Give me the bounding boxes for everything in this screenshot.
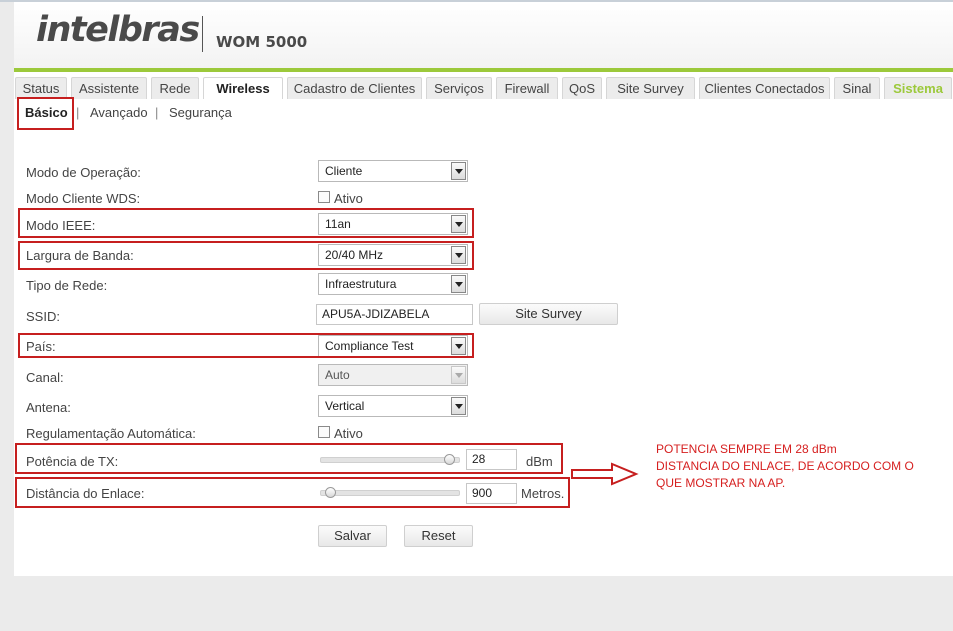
subtab-seguranca[interactable]: Segurança xyxy=(169,105,232,120)
highlight-potencia xyxy=(15,443,563,474)
modo-wds-label: Modo Cliente WDS: xyxy=(26,191,141,206)
site-survey-button[interactable]: Site Survey xyxy=(479,303,618,325)
device-model: WOM 5000 xyxy=(216,33,308,51)
tab-clientes-conectados[interactable]: Clientes Conectados xyxy=(699,77,830,99)
annotation-note: POTENCIA SEMPRE EM 28 dBm DISTANCIA DO E… xyxy=(656,441,946,492)
save-button[interactable]: Salvar xyxy=(318,525,387,547)
chevron-down-icon xyxy=(451,275,466,293)
tab-wireless[interactable]: Wireless xyxy=(203,77,283,99)
regulamentacao-checkbox[interactable] xyxy=(318,426,330,438)
tab-cadastro-clientes[interactable]: Cadastro de Clientes xyxy=(287,77,422,99)
regulamentacao-checkbox-label: Ativo xyxy=(334,426,363,441)
tab-sistema[interactable]: Sistema xyxy=(884,77,952,99)
regulamentacao-label: Regulamentação Automática: xyxy=(26,426,196,441)
arrow-right-icon xyxy=(571,462,639,486)
modo-operacao-select[interactable]: Cliente xyxy=(318,160,468,182)
ssid-label: SSID: xyxy=(26,309,60,324)
main-tabs: Status Assistente Rede Wireless Cadastro… xyxy=(14,77,953,99)
subnav-separator: | xyxy=(76,105,80,120)
annotation-line: QUE MOSTRAR NA AP. xyxy=(656,476,786,490)
tab-status[interactable]: Status xyxy=(15,77,67,99)
reset-button[interactable]: Reset xyxy=(404,525,473,547)
subtab-avancado[interactable]: Avançado xyxy=(90,105,148,120)
header: intelbras WOM 5000 xyxy=(14,2,953,68)
annotation-line: POTENCIA SEMPRE EM 28 dBm xyxy=(656,442,837,456)
tab-servicos[interactable]: Serviços xyxy=(426,77,492,99)
modo-wds-checkbox-label: Ativo xyxy=(334,191,363,206)
modo-operacao-value: Cliente xyxy=(325,164,363,178)
tab-site-survey[interactable]: Site Survey xyxy=(606,77,695,99)
tab-qos[interactable]: QoS xyxy=(562,77,602,99)
antena-value: Vertical xyxy=(325,399,365,413)
chevron-down-icon xyxy=(451,366,466,384)
logo-divider xyxy=(202,16,203,52)
accent-bar xyxy=(14,68,953,72)
tab-firewall[interactable]: Firewall xyxy=(496,77,558,99)
ssid-input[interactable]: APU5A-JDIZABELA xyxy=(316,304,473,325)
tab-rede[interactable]: Rede xyxy=(151,77,199,99)
modo-operacao-label: Modo de Operação: xyxy=(26,165,141,180)
subnav-separator: | xyxy=(155,105,159,120)
tipo-rede-select[interactable]: Infraestrutura xyxy=(318,273,468,295)
highlight-basico xyxy=(17,97,74,130)
antena-label: Antena: xyxy=(26,400,71,415)
canal-select: Auto xyxy=(318,364,468,386)
antena-select[interactable]: Vertical xyxy=(318,395,468,417)
canal-label: Canal: xyxy=(26,370,64,385)
chevron-down-icon xyxy=(451,397,466,415)
tab-sinal[interactable]: Sinal xyxy=(834,77,880,99)
annotation-line: DISTANCIA DO ENLACE, DE ACORDO COM O xyxy=(656,459,914,473)
tipo-rede-label: Tipo de Rede: xyxy=(26,278,108,293)
highlight-distancia xyxy=(15,477,570,508)
modo-wds-checkbox[interactable] xyxy=(318,191,330,203)
highlight-pais xyxy=(18,333,474,358)
tab-assistente[interactable]: Assistente xyxy=(71,77,147,99)
highlight-largura-banda xyxy=(18,241,474,270)
tipo-rede-value: Infraestrutura xyxy=(325,277,397,291)
canal-value: Auto xyxy=(325,368,350,382)
highlight-modo-ieee xyxy=(18,208,474,238)
intelbras-logo: intelbras xyxy=(36,10,200,50)
chevron-down-icon xyxy=(451,162,466,180)
